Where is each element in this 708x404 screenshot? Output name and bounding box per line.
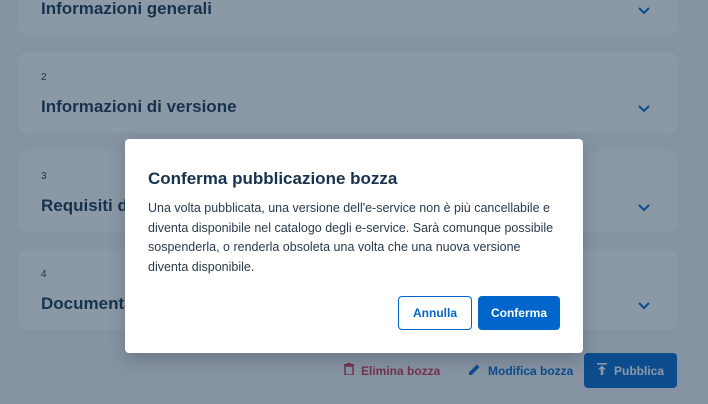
dialog-body: Una volta pubblicata, una versione dell'… [148, 201, 554, 274]
dialog-title: Conferma pubblicazione bozza [148, 169, 398, 188]
confirm-publish-dialog: Conferma pubblicazione bozza Una volta p… [125, 139, 583, 353]
confirm-button[interactable]: Conferma [478, 296, 560, 330]
cancel-button[interactable]: Annulla [398, 296, 472, 330]
